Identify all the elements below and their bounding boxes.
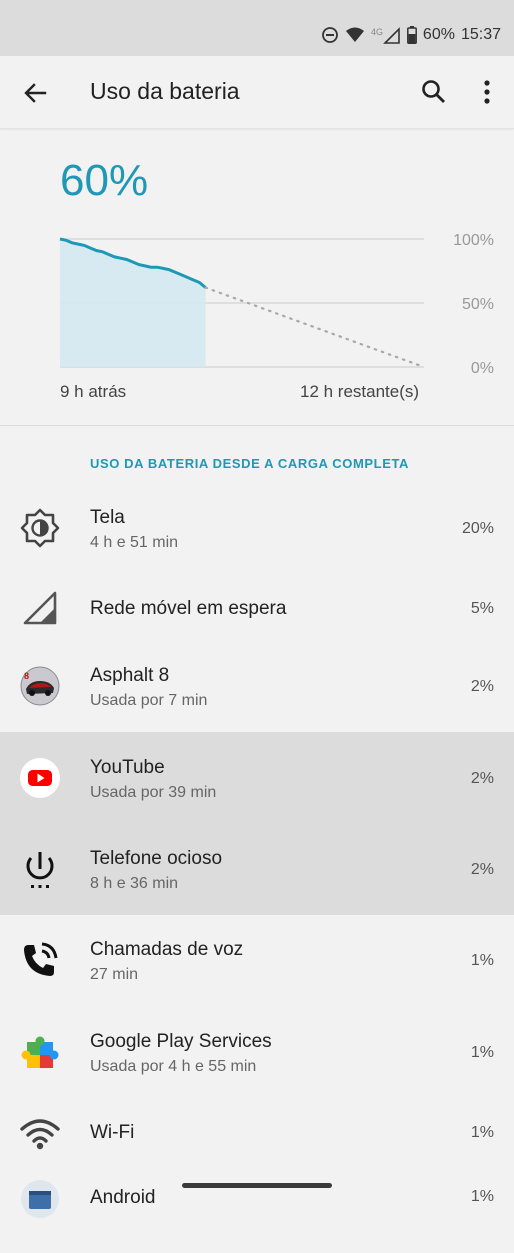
status-bar: 4G 60% 15:37 [0,0,514,56]
cell-signal-icon [23,591,57,625]
battery-icon [406,26,417,44]
battery-level: 60% [60,156,149,205]
list-item-percent: 2% [470,678,494,695]
battery-usage-graph: 100% 50% 0% [59,232,494,377]
graph-start-label: 9 h atrás [60,382,127,401]
list-item-google-play-services[interactable]: Google Play Services Usada por 4 h e 55 … [0,1007,514,1097]
more-vert-icon[interactable] [474,78,500,106]
graph-end-label: 12 h restante(s) [300,382,420,401]
svg-text:8: 8 [24,671,29,681]
list-item-percent: 2% [470,770,494,787]
status-icons: 4G 60% 15:37 [321,24,501,46]
list-item-title: Telefone ocioso [90,848,223,869]
status-battery-percent: 60% [422,26,455,43]
cell-signal-icon: 4G [371,27,400,44]
list-item-title: Tela [90,507,125,528]
status-time: 15:37 [460,26,501,43]
list-item-title: Rede móvel em espera [90,598,287,619]
brightness-icon [20,508,60,548]
list-item-android[interactable]: Android 1% [0,1163,514,1253]
power-icon [26,852,54,888]
list-item-title: Android [90,1187,156,1208]
y-tick-100: 100% [453,232,494,249]
list-item-title: Asphalt 8 [90,665,170,686]
list-item-subtitle: 4 h e 51 min [90,534,179,551]
history-area [60,239,206,367]
wifi-icon [20,1119,60,1150]
youtube-app-icon [20,758,60,798]
phone-call-icon [24,942,58,976]
list-item-telefone-ocioso[interactable]: Telefone ocioso 8 h e 36 min 2% [0,823,514,915]
projection-line [204,286,426,369]
list-item-percent: 1% [470,1124,494,1141]
list-item-title: YouTube [90,757,165,778]
home-gesture-bar[interactable] [182,1183,332,1188]
list-item-subtitle: 8 h e 36 min [90,875,179,892]
app-bar: Uso da bateria [0,56,514,129]
y-tick-50: 50% [462,296,494,313]
page-title: Uso da bateria [90,78,240,104]
list-item-tela[interactable]: Tela 4 h e 51 min 20% [0,483,514,573]
list-item-rede-movel[interactable]: Rede móvel em espera 5% [0,563,514,653]
list-item-title: Wi-Fi [90,1122,135,1143]
list-item-percent: 20% [461,520,494,537]
list-item-youtube[interactable]: YouTube Usada por 39 min 2% [0,732,514,823]
android-app-icon [21,1180,59,1218]
list-item-percent: 5% [470,600,494,617]
list-item-subtitle: 27 min [90,966,139,983]
list-item-title: Chamadas de voz [90,939,244,960]
y-tick-0: 0% [471,360,494,377]
search-icon[interactable] [420,78,448,106]
wifi-icon [345,27,364,42]
google-play-services-icon [21,1036,59,1068]
list-item-percent: 1% [470,1044,494,1061]
list-item-percent: 1% [470,952,494,969]
list-item-asphalt-8[interactable]: 8 Asphalt 8 Usada por 7 min 2% [0,641,514,731]
list-item-title: Google Play Services [90,1031,272,1052]
divider [0,425,514,426]
section-header: USO DA BATERIA DESDE A CARGA COMPLETA [90,456,410,471]
do-not-disturb-icon [322,27,338,43]
asphalt-8-app-icon: 8 [20,666,60,706]
list-item-subtitle: Usada por 4 h e 55 min [90,1058,257,1075]
list-item-chamadas-de-voz[interactable]: Chamadas de voz 27 min 1% [0,915,514,1005]
list-item-subtitle: Usada por 7 min [90,692,208,709]
list-item-subtitle: Usada por 39 min [90,784,217,801]
list-item-percent: 2% [470,861,494,878]
arrow-left-icon[interactable] [20,78,50,108]
list-item-percent: 1% [470,1188,494,1205]
network-type: 4G [371,27,383,37]
